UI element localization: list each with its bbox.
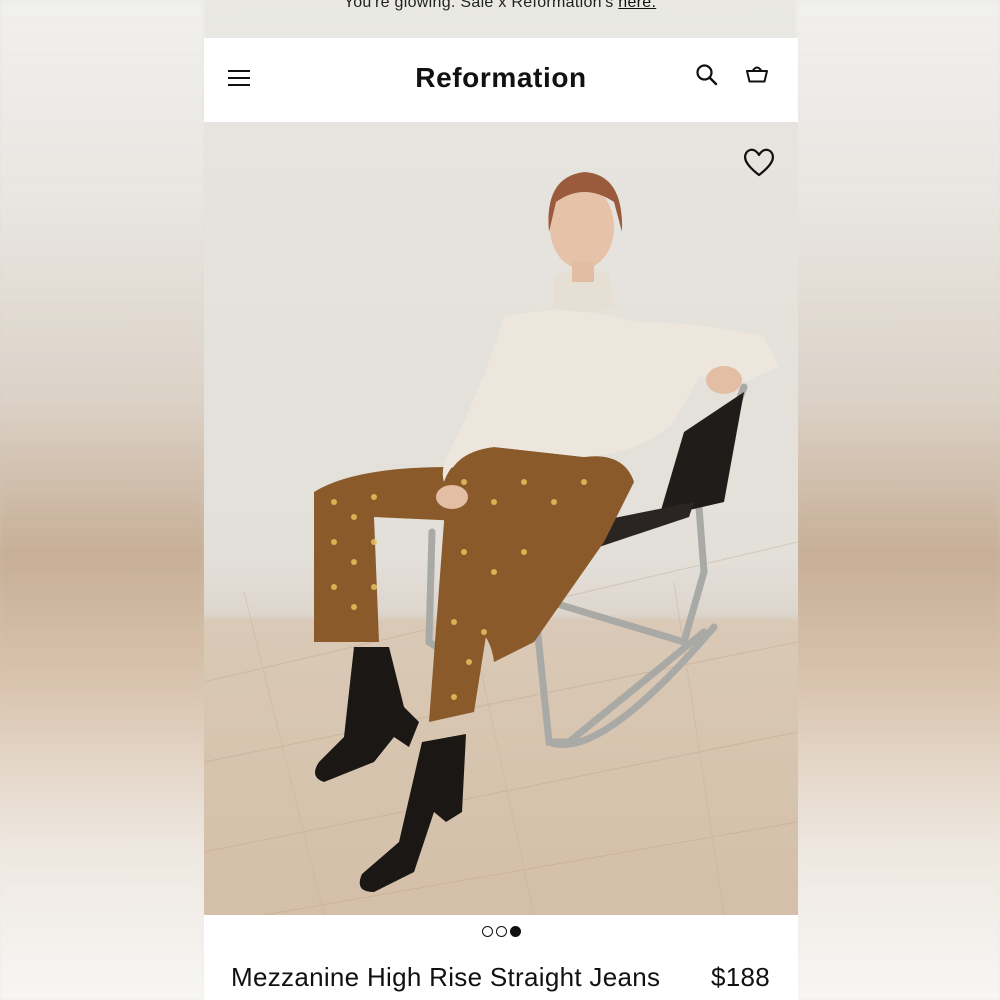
heart-outline-icon[interactable] xyxy=(742,146,776,178)
carousel-dot-2[interactable] xyxy=(495,926,507,937)
product-image[interactable] xyxy=(204,122,798,915)
product-photo xyxy=(204,172,798,915)
mobile-screen: Reformation Mezzanine High Rise Straight… xyxy=(204,38,798,1000)
promo-text: You're glowing. Sale x Reformation's xyxy=(343,0,619,11)
carousel-indicators xyxy=(204,926,798,937)
promo-banner: You're glowing. Sale x Reformation's her… xyxy=(0,0,1000,12)
hand-right xyxy=(706,366,742,394)
product-name: Mezzanine High Rise Straight Jeans xyxy=(231,962,661,992)
blurred-backdrop-left xyxy=(0,0,204,1000)
site-header: Reformation xyxy=(204,38,798,122)
shopping-basket-icon[interactable] xyxy=(744,62,770,88)
carousel-dot-3[interactable] xyxy=(509,926,521,937)
carousel-dot-1[interactable] xyxy=(481,926,493,937)
model-head xyxy=(548,172,623,282)
promo-link[interactable]: here. xyxy=(618,0,656,11)
blurred-backdrop-right xyxy=(796,0,1000,1000)
product-price: $188 xyxy=(710,962,770,992)
search-icon[interactable] xyxy=(694,62,720,88)
hand-left xyxy=(436,485,468,509)
